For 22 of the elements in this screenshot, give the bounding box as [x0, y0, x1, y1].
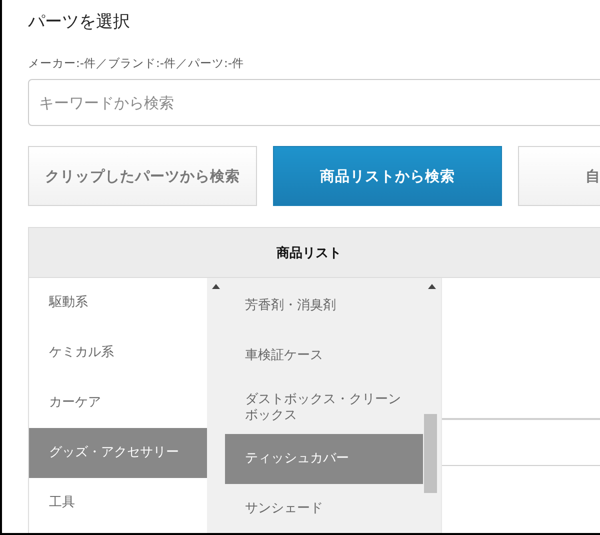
scrollbar-thumb[interactable] — [424, 414, 437, 493]
search-mode-tab[interactable]: 商品リストから検索 — [273, 146, 502, 206]
category-item[interactable]: ケミカル系 — [29, 328, 207, 378]
category-item[interactable]: 工具 — [29, 478, 207, 528]
subcategory-item[interactable]: ダストボックス・クリーンボックス — [225, 381, 423, 434]
subcategory-item[interactable]: 車検証ケース — [225, 331, 423, 381]
subcategory-item[interactable]: ティッシュカバー — [225, 434, 423, 484]
category-item[interactable]: 駆動系 — [29, 278, 207, 328]
scroll-up-arrow-icon[interactable] — [428, 284, 436, 289]
subcategory-item[interactable]: 芳香剤・消臭剤 — [225, 281, 423, 331]
dialog-title: パーツを選択 — [28, 11, 131, 34]
keyword-search-field[interactable]: キーワードから検索 — [28, 79, 600, 126]
category-item[interactable]: グッズ・アクセサリー — [29, 428, 207, 478]
subcategory-item[interactable]: サンシェード — [225, 484, 423, 533]
scroll-up-arrow-icon[interactable] — [212, 284, 220, 289]
search-mode-tab[interactable]: 自 — [518, 146, 600, 206]
panel-header: 商品リスト — [29, 228, 600, 278]
result-counts: メーカー:-件／ブランド:-件／パーツ:-件 — [28, 56, 246, 71]
scrollbar-track[interactable] — [207, 278, 225, 533]
scrollbar-track[interactable] — [423, 278, 442, 533]
search-mode-tab[interactable]: クリップしたパーツから検索 — [28, 146, 257, 206]
category-item[interactable]: カーケア — [29, 378, 207, 428]
